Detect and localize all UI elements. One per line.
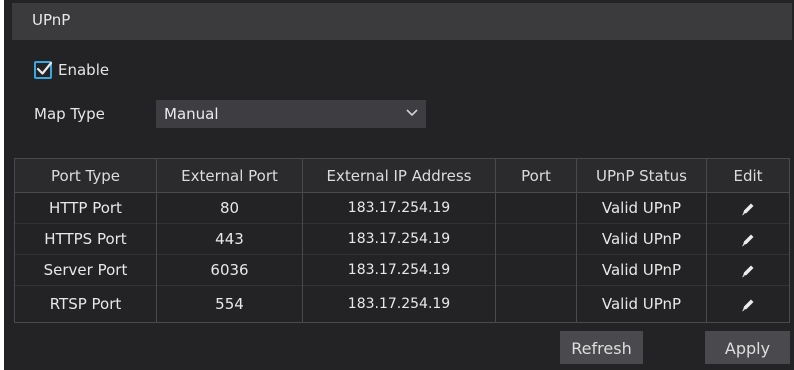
- map-type-label: Map Type: [34, 105, 105, 123]
- cell-upnp-status: Valid UPnP: [576, 192, 707, 224]
- col-header-external-ip: External IP Address: [302, 158, 496, 193]
- enable-label: Enable: [58, 61, 110, 79]
- edit-button[interactable]: [706, 254, 790, 286]
- cell-port-type: HTTP Port: [14, 192, 157, 224]
- cell-external-ip: 183.17.254.19: [302, 254, 496, 286]
- apply-button[interactable]: Apply: [705, 331, 790, 364]
- cell-external-port: 443: [156, 223, 303, 255]
- cell-port: [495, 285, 577, 323]
- cell-external-ip: 183.17.254.19: [302, 192, 496, 224]
- enable-checkbox-row[interactable]: Enable: [34, 58, 109, 82]
- table-row: HTTP Port 80 183.17.254.19 Valid UPnP: [14, 192, 790, 224]
- ports-table: Port Type External Port External IP Addr…: [14, 158, 790, 323]
- cell-external-port: 80: [156, 192, 303, 224]
- pencil-icon[interactable]: [740, 201, 756, 217]
- cell-port: [495, 192, 577, 224]
- cell-port-type: Server Port: [14, 254, 157, 286]
- cell-port-type: RTSP Port: [14, 285, 157, 323]
- table-row: HTTPS Port 443 183.17.254.19 Valid UPnP: [14, 223, 790, 255]
- table-row: RTSP Port 554 183.17.254.19 Valid UPnP: [14, 285, 790, 323]
- panel-title: UPnP: [12, 3, 792, 40]
- cell-port: [495, 254, 577, 286]
- cell-external-ip: 183.17.254.19: [302, 223, 496, 255]
- table-header-row: Port Type External Port External IP Addr…: [14, 158, 790, 193]
- col-header-edit: Edit: [706, 158, 790, 193]
- pencil-icon[interactable]: [740, 263, 756, 279]
- edit-button[interactable]: [706, 285, 790, 323]
- cell-external-port: 6036: [156, 254, 303, 286]
- cell-external-port: 554: [156, 285, 303, 323]
- edit-button[interactable]: [706, 223, 790, 255]
- cell-port-type: HTTPS Port: [14, 223, 157, 255]
- cell-upnp-status: Valid UPnP: [576, 223, 707, 255]
- cell-external-ip: 183.17.254.19: [302, 285, 496, 323]
- pencil-icon[interactable]: [740, 297, 756, 313]
- col-header-external-port: External Port: [156, 158, 303, 193]
- col-header-port-type: Port Type: [14, 158, 157, 193]
- cell-upnp-status: Valid UPnP: [576, 285, 707, 323]
- col-header-upnp-status: UPnP Status: [576, 158, 707, 193]
- chevron-down-icon: [406, 109, 418, 117]
- cell-port: [495, 223, 577, 255]
- map-type-select[interactable]: Manual: [156, 100, 426, 128]
- edit-button[interactable]: [706, 192, 790, 224]
- table-row: Server Port 6036 183.17.254.19 Valid UPn…: [14, 254, 790, 286]
- cell-upnp-status: Valid UPnP: [576, 254, 707, 286]
- map-type-value: Manual: [164, 105, 219, 123]
- pencil-icon[interactable]: [740, 232, 756, 248]
- col-header-port: Port: [495, 158, 577, 193]
- enable-checkbox[interactable]: [34, 61, 53, 79]
- upnp-panel: UPnP Enable Map Type Manual Port Type Ex…: [4, 0, 794, 370]
- refresh-button[interactable]: Refresh: [560, 331, 643, 364]
- checkmark-icon: [36, 61, 53, 75]
